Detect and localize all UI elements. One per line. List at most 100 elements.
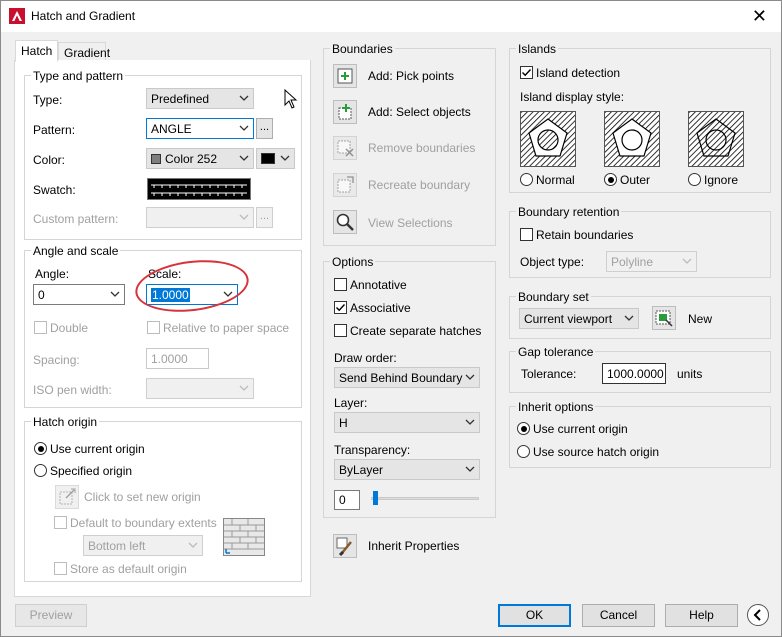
tab-gradient-label: Gradient — [64, 46, 111, 60]
preview-button[interactable]: Preview — [15, 604, 87, 627]
relative-paper-space-checkbox[interactable] — [147, 321, 160, 334]
set-origin-button[interactable] — [55, 485, 79, 509]
inherit-use-source-origin-label: Use source hatch origin — [533, 445, 660, 459]
island-normal-preview[interactable] — [520, 111, 576, 167]
close-icon[interactable]: ✕ — [752, 6, 767, 27]
island-ignore-preview[interactable] — [688, 111, 744, 167]
island-style-label: Island display style: — [520, 90, 625, 104]
boundary-set-select[interactable]: Current viewport — [519, 308, 639, 329]
island-normal-radio[interactable] — [520, 173, 533, 186]
hatch-gradient-dialog: Hatch and Gradient ✕ Hatch Gradient Type… — [0, 0, 782, 637]
custom-pattern-browse-button[interactable]: ... — [256, 207, 273, 228]
retain-boundaries-checkbox[interactable] — [520, 228, 533, 241]
associative-label: Associative — [350, 301, 411, 315]
boundary-retention-group-label: Boundary retention — [516, 205, 622, 219]
use-current-origin-label: Use current origin — [50, 442, 145, 456]
recreate-boundary-icon — [337, 176, 354, 193]
chevron-down-icon — [465, 372, 475, 382]
default-boundary-extents-checkbox[interactable] — [54, 516, 67, 529]
remove-boundaries-button[interactable] — [333, 136, 357, 160]
iso-pen-width-select[interactable] — [146, 378, 254, 399]
tab-hatch[interactable]: Hatch — [15, 40, 58, 62]
boundary-set-value: Current viewport — [524, 312, 613, 326]
specified-origin-radio[interactable] — [34, 464, 47, 477]
recreate-boundary-label[interactable]: Recreate boundary — [368, 178, 470, 192]
chevron-down-icon — [239, 212, 249, 222]
view-selections-label[interactable]: View Selections — [368, 216, 453, 230]
color-select[interactable]: Color 252 — [146, 148, 254, 169]
pattern-browse-button[interactable]: ... — [256, 118, 273, 139]
island-detection-checkbox[interactable] — [520, 66, 533, 79]
tolerance-input[interactable]: 1000.0000 — [602, 363, 666, 384]
layer-value: H — [339, 416, 348, 430]
islands-group-label: Islands — [516, 42, 559, 56]
store-default-origin-checkbox[interactable] — [54, 562, 67, 575]
use-current-origin-radio[interactable] — [34, 442, 47, 455]
recreate-boundary-button[interactable] — [333, 173, 357, 197]
draw-order-select[interactable]: Send Behind Boundary — [334, 367, 480, 388]
hatch-origin-group-label: Hatch origin — [31, 415, 100, 429]
transparency-amount-input[interactable]: 0 — [334, 490, 360, 510]
cancel-button[interactable]: Cancel — [582, 604, 655, 627]
angle-select[interactable]: 0 — [33, 284, 125, 305]
transparency-slider-thumb[interactable] — [373, 491, 379, 505]
inherit-use-current-origin-radio[interactable] — [517, 422, 530, 435]
new-boundary-set-button[interactable] — [652, 306, 676, 330]
pick-points-icon — [337, 68, 353, 84]
transparency-select[interactable]: ByLayer — [334, 459, 480, 480]
options-group-label: Options — [330, 255, 376, 269]
ok-button[interactable]: OK — [498, 604, 571, 627]
island-ignore-label: Ignore — [704, 173, 739, 187]
window-title: Hatch and Gradient — [31, 9, 136, 23]
color-chip — [151, 154, 161, 164]
inherit-properties-label[interactable]: Inherit Properties — [368, 539, 459, 553]
layer-select[interactable]: H — [334, 412, 480, 433]
remove-boundaries-label[interactable]: Remove boundaries — [368, 141, 475, 155]
new-boundary-set-label[interactable]: New — [688, 312, 712, 326]
spacing-label: Spacing: — [33, 353, 80, 367]
origin-position-select[interactable]: Bottom left — [83, 535, 203, 556]
paintbrush-icon — [336, 537, 352, 557]
pattern-select[interactable]: ANGLE — [146, 118, 254, 139]
custom-pattern-select[interactable] — [146, 207, 254, 228]
pattern-swatch[interactable] — [147, 178, 251, 200]
annotative-checkbox[interactable] — [334, 278, 347, 291]
spacing-input[interactable]: 1.0000 — [146, 348, 209, 369]
inherit-options-group-label: Inherit options — [516, 400, 596, 414]
tolerance-units-label: units — [677, 367, 703, 381]
add-pick-points-label[interactable]: Add: Pick points — [368, 69, 454, 83]
checkmark-icon — [522, 69, 532, 77]
object-type-select[interactable]: Polyline — [606, 251, 697, 272]
default-boundary-extents-label: Default to boundary extents — [70, 516, 217, 530]
chevron-down-icon — [465, 464, 475, 474]
separate-hatches-checkbox[interactable] — [334, 324, 347, 337]
collapse-panel-button[interactable] — [747, 604, 769, 626]
transparency-slider-track[interactable] — [371, 497, 479, 500]
transparency-label: Transparency: — [334, 443, 411, 457]
view-selections-button[interactable] — [333, 210, 357, 234]
type-select[interactable]: Predefined — [146, 88, 254, 109]
help-button[interactable]: Help — [665, 604, 738, 627]
title-bar[interactable]: Hatch and Gradient ✕ — [1, 1, 781, 32]
chevron-down-icon — [110, 289, 120, 299]
double-checkbox[interactable] — [34, 321, 47, 334]
layer-label: Layer: — [334, 396, 368, 410]
island-detection-label: Island detection — [536, 66, 621, 80]
object-type-value: Polyline — [611, 255, 654, 269]
inherit-properties-button[interactable] — [333, 534, 357, 558]
autocad-logo-icon — [9, 8, 25, 24]
associative-checkbox[interactable] — [334, 301, 347, 314]
background-color-select[interactable] — [256, 148, 295, 169]
background-color-chip — [261, 153, 275, 164]
tab-gradient[interactable]: Gradient — [58, 42, 110, 62]
add-pick-points-button[interactable] — [333, 64, 357, 88]
angle-select-value: 0 — [38, 288, 45, 302]
checkmark-icon — [336, 304, 346, 312]
inherit-use-source-origin-radio[interactable] — [517, 445, 530, 458]
island-outer-preview[interactable] — [604, 111, 660, 167]
add-select-objects-label[interactable]: Add: Select objects — [368, 105, 471, 119]
island-ignore-radio[interactable] — [688, 173, 701, 186]
add-select-objects-button[interactable] — [333, 100, 357, 124]
island-outer-radio[interactable] — [604, 173, 617, 186]
island-outer-label: Outer — [620, 173, 651, 187]
